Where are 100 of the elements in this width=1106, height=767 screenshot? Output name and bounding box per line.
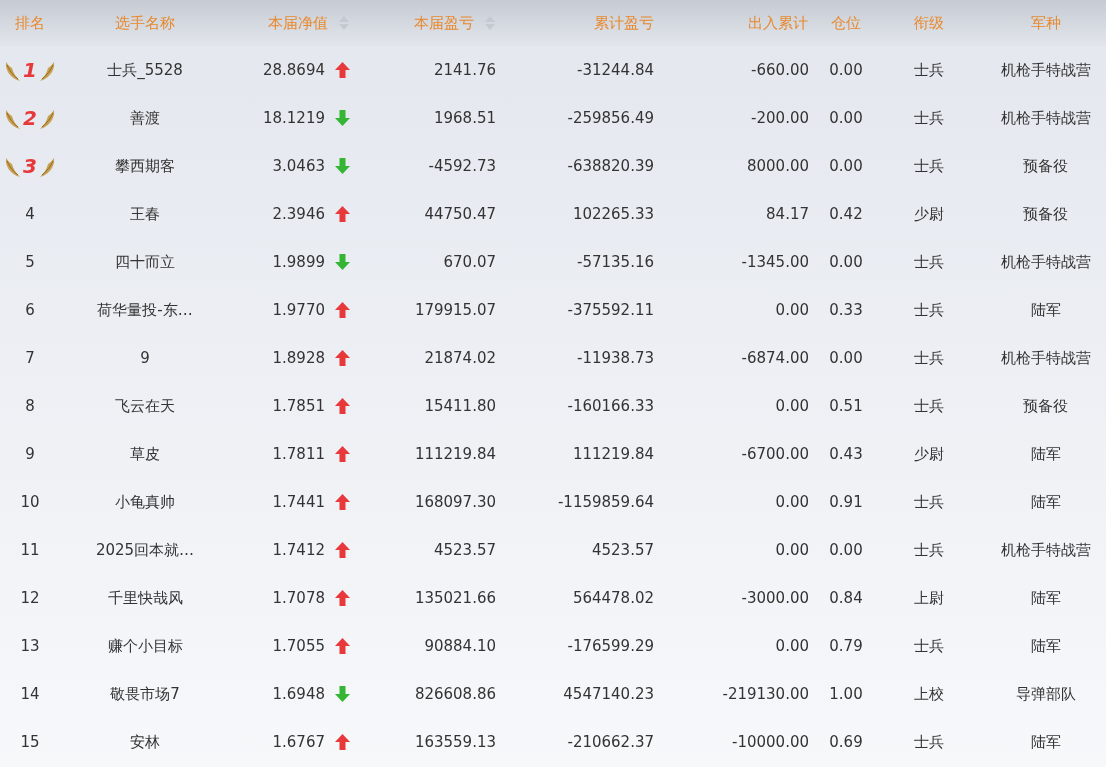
- table-cell-text: 0.51: [829, 395, 863, 417]
- table-cell-text: 0.00: [829, 539, 863, 561]
- table-cell-text: 0.79: [829, 635, 863, 657]
- column-header: 衔级: [913, 12, 944, 34]
- table-cell-text: 0.00: [775, 491, 809, 513]
- table-cell-text: 4547140.23: [563, 683, 654, 705]
- table-cell-text: 士兵: [913, 395, 944, 417]
- player-name: 善渡: [130, 107, 160, 129]
- table-cell-text: 1.7811: [272, 443, 325, 465]
- table-cell-text: -176599.29: [567, 635, 654, 657]
- table-cell-text: -259856.49: [567, 107, 654, 129]
- table-cell-text: 102265.33: [572, 203, 654, 225]
- table-cell-text: -57135.16: [577, 251, 654, 273]
- rank-number: 2: [23, 105, 37, 132]
- table-cell-text: -6700.00: [741, 443, 809, 465]
- column-header: 排名: [15, 12, 45, 34]
- rank-number: 7: [25, 347, 35, 369]
- table-cell-text: 163559.13: [414, 731, 496, 753]
- table-cell-text: 0.42: [829, 203, 863, 225]
- table-cell-text: 3.0463: [272, 155, 325, 177]
- table-cell-text: -3000.00: [741, 587, 809, 609]
- table-cell-text: 2.3946: [272, 203, 325, 225]
- player-name: 攀西期客: [115, 155, 175, 177]
- table-cell-text: 135021.66: [414, 587, 496, 609]
- table-cell-text: 1.7078: [272, 587, 325, 609]
- table-cell-text: 670.07: [443, 251, 496, 273]
- table-cell-text: 0.00: [775, 539, 809, 561]
- table-cell-text: 士兵: [913, 635, 944, 657]
- table-cell-text: 564478.02: [572, 587, 654, 609]
- table-cell-text: 少尉: [913, 443, 944, 465]
- table-cell-text: 士兵: [913, 539, 944, 561]
- table-cell-text: 28.8694: [262, 59, 325, 81]
- table-cell-text: 机枪手特战营: [1000, 59, 1091, 81]
- table-cell-text: 0.69: [829, 731, 863, 753]
- rank-number: 15: [20, 731, 40, 753]
- rank-number: 1: [23, 57, 37, 84]
- table-cell-text: 1.9899: [272, 251, 325, 273]
- table-cell-text: -11938.73: [577, 347, 654, 369]
- player-name: 2025回本就…: [95, 539, 195, 561]
- column-header: 累计盈亏: [594, 12, 654, 34]
- column-header[interactable]: 本届盈亏: [414, 11, 496, 35]
- table-cell-text: 预备役: [1023, 203, 1068, 225]
- table-cell-text: 0.91: [829, 491, 863, 513]
- player-name: 9: [140, 347, 150, 369]
- table-cell-text: 1.7441: [272, 491, 325, 513]
- table-cell-text: 陆军: [1030, 731, 1061, 753]
- rank-number: 9: [25, 443, 35, 465]
- table-cell-text: -160166.33: [567, 395, 654, 417]
- table-cell-text: 0.43: [829, 443, 863, 465]
- table-cell-text: 士兵: [913, 155, 944, 177]
- player-name: 荷华量投-东…: [97, 299, 193, 321]
- table-cell-text: 1.7055: [272, 635, 325, 657]
- column-header: 出入累计: [748, 12, 808, 34]
- rank-number: 11: [20, 539, 40, 561]
- table-cell-text: 1.9770: [272, 299, 325, 321]
- table-cell-text: 0.33: [829, 299, 863, 321]
- table-cell-text: 上校: [913, 683, 944, 705]
- table-cell-text: 1.6767: [272, 731, 325, 753]
- rank-number: 3: [23, 153, 37, 180]
- table-cell-text: -210662.37: [567, 731, 654, 753]
- table-cell-text: 陆军: [1030, 587, 1061, 609]
- table-cell-text: 111219.84: [414, 443, 496, 465]
- table-cell-text: 预备役: [1023, 395, 1068, 417]
- table-cell-text: 士兵: [913, 251, 944, 273]
- column-header: 仓位: [831, 12, 861, 34]
- table-cell-text: 8000.00: [746, 155, 809, 177]
- player-name: 飞云在天: [115, 395, 175, 417]
- player-name: 安林: [130, 731, 160, 753]
- table-cell-text: 士兵: [913, 299, 944, 321]
- table-cell-text: 0.00: [829, 251, 863, 273]
- table-cell-text: 0.00: [829, 107, 863, 129]
- table-cell-text: 士兵: [913, 107, 944, 129]
- rank-number: 12: [20, 587, 40, 609]
- table-cell-text: 士兵: [913, 491, 944, 513]
- column-header[interactable]: 本届净值: [268, 11, 350, 35]
- rank-number: 8: [25, 395, 35, 417]
- table-cell-text: 导弹部队: [1015, 683, 1076, 705]
- table-cell-text: 上尉: [913, 587, 944, 609]
- table-cell-text: -6874.00: [741, 347, 809, 369]
- player-name: 赚个小目标: [107, 635, 183, 657]
- table-cell-text: 陆军: [1030, 635, 1061, 657]
- table-cell-text: 0.00: [829, 347, 863, 369]
- player-name: 千里快哉风: [107, 587, 183, 609]
- player-name: 四十而立: [115, 251, 175, 273]
- table-cell-text: 0.84: [829, 587, 863, 609]
- table-cell-text: -1159859.64: [557, 491, 654, 513]
- table-cell-text: 0.00: [829, 155, 863, 177]
- table-cell-text: 15411.80: [424, 395, 496, 417]
- column-header: 选手名称: [115, 12, 175, 34]
- column-header: 军种: [1030, 12, 1061, 34]
- table-cell-text: 1.8928: [272, 347, 325, 369]
- player-name: 王春: [130, 203, 160, 225]
- table-cell-text: -31244.84: [577, 59, 654, 81]
- table-cell-text: 机枪手特战营: [1000, 539, 1091, 561]
- table-cell-text: 1.00: [829, 683, 863, 705]
- table-cell-text: 1.7412: [272, 539, 325, 561]
- table-cell-text: 0.00: [775, 395, 809, 417]
- table-cell-text: 0.00: [829, 59, 863, 81]
- table-cell-text: 陆军: [1030, 491, 1061, 513]
- table-cell-text: 4523.57: [591, 539, 654, 561]
